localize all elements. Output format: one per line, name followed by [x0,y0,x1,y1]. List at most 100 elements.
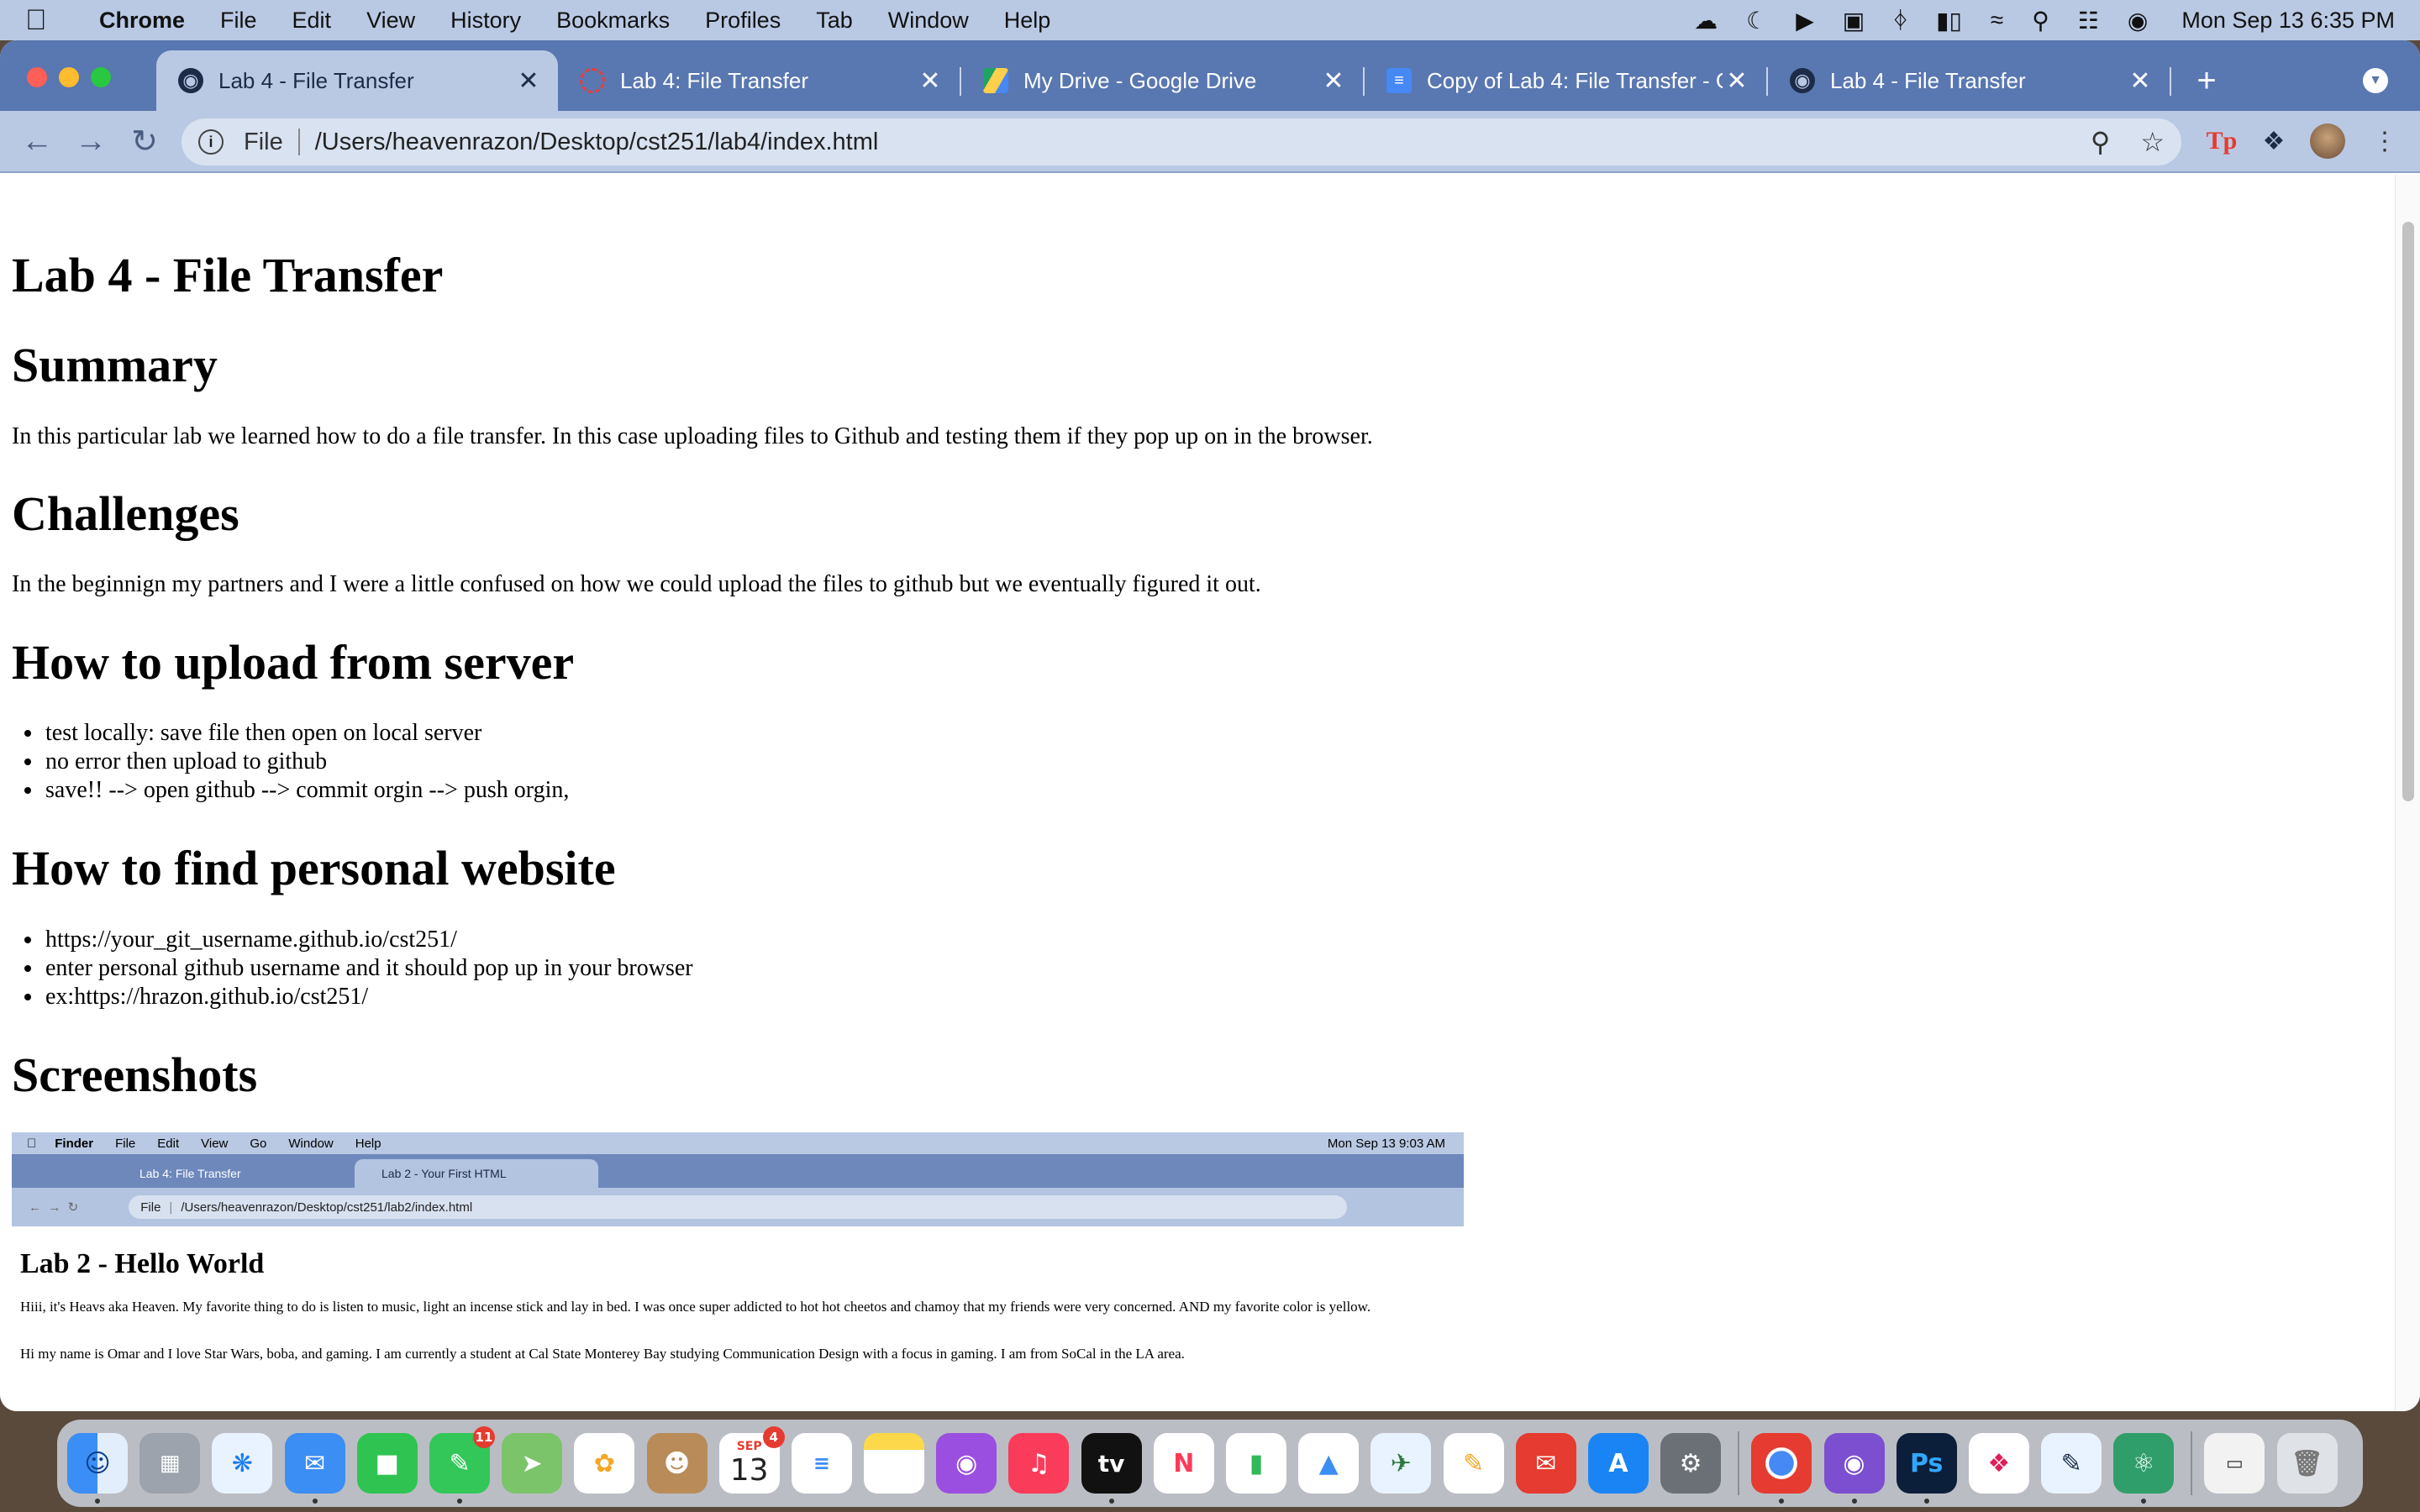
dock: ☺ ▦ ❋ ✉ ■ ✎ 11 ➤ ✿ ☻ SEP 13 4 ≡ ◉ ♫ tv N … [57,1420,2363,1507]
textedit-icon[interactable]: ✎ [2041,1433,2102,1494]
back-button[interactable]: ← [15,119,59,163]
forward-button[interactable]: → [69,119,113,163]
notes-icon[interactable] [864,1433,925,1494]
photos-icon[interactable]: ✿ [574,1433,635,1494]
extensions-puzzle-icon[interactable]: ❖ [2255,123,2292,160]
scrollbar-thumb[interactable] [2402,222,2414,801]
browser-toolbar: ← → ↻ i File /Users/heavenrazon/Desktop/… [0,111,2420,173]
close-tab-icon[interactable]: ✕ [514,66,543,96]
chrome-window: ◉ Lab 4 - File Transfer ✕ Lab 4: File Tr… [0,40,2420,1411]
shot-title: Lab 2 - Hello World [20,1248,265,1279]
shot-url: /Users/heavenrazon/Desktop/cst251/lab2/i… [181,1200,473,1215]
bluetooth-icon[interactable]: ᛄ [1893,7,1907,34]
photoshop-icon[interactable]: Ps [1896,1433,1957,1504]
pages-icon[interactable]: ✎ [1443,1433,1504,1494]
summary-text: In this particular lab we learned how to… [12,423,1373,449]
keynote-icon[interactable]: ▲ [1298,1433,1360,1494]
info-icon[interactable]: i [198,129,224,155]
url-scheme: File [244,128,283,155]
screen-icon[interactable]: ▣ [1843,7,1865,34]
close-tab-icon[interactable]: ✕ [916,66,944,96]
news-icon[interactable]: N [1153,1433,1214,1494]
maps-icon[interactable]: ➤ [502,1433,563,1494]
zoom-window-button[interactable] [91,67,111,87]
tab-lab4-active[interactable]: ◉ Lab 4 - File Transfer ✕ [156,50,558,111]
challenges-text: In the beginnign my partners and I were … [12,571,1261,597]
more-menu-icon[interactable]: ⋮ [2366,123,2403,160]
siri-icon[interactable]: ◉ [2128,7,2148,34]
tab-google-drive[interactable]: My Drive - Google Drive ✕ [961,50,1363,111]
control-center-icon[interactable]: ☷ [2078,7,2099,34]
bookmark-star-icon[interactable]: ☆ [2140,126,2165,158]
menu-edit[interactable]: Edit [292,8,332,34]
moon-icon[interactable]: ☾ [1746,7,1767,34]
menu-tab[interactable]: Tab [816,8,853,34]
menu-file[interactable]: File [220,8,257,34]
play-icon[interactable]: ▶ [1796,7,1814,34]
tab-lab4-second[interactable]: ◉ Lab 4 - File Transfer ✕ [1768,50,2170,111]
close-window-button[interactable] [27,67,47,87]
tab-lab4-doc[interactable]: Lab 4: File Transfer ✕ [558,50,960,111]
reload-button[interactable]: ↻ [123,119,166,163]
close-tab-icon[interactable]: ✕ [1723,66,1751,96]
calendar-badge: 4 [762,1426,785,1448]
contacts-icon[interactable]: ☻ [646,1433,708,1494]
shot-toolbar: ← → ↻ File | /Users/heavenrazon/Desktop/… [12,1188,1464,1226]
system-preferences-icon[interactable]: ⚙ [1660,1433,1722,1494]
new-tab-button[interactable]: + [2181,50,2232,111]
vertical-scrollbar[interactable] [2395,175,2420,1411]
shot-clock: Mon Sep 13 9:03 AM [1327,1136,1445,1151]
list-item: ex:https://hrazon.github.io/cst251/ [44,983,693,1011]
teleparty-extension-icon[interactable]: Tp [2203,123,2240,160]
calendar-icon[interactable]: SEP 13 4 [718,1426,785,1494]
trash-icon[interactable]: 🗑 [2276,1433,2338,1494]
clock[interactable]: Mon Sep 13 6:35 PM [2181,8,2395,34]
list-item: enter personal github username and it sh… [44,954,693,983]
tab-search-button[interactable]: ▼ [2363,50,2405,111]
minimized-window-icon[interactable]: ▭ [2204,1433,2265,1494]
slack-icon[interactable]: ❖ [1968,1433,2029,1494]
podcasts-icon[interactable]: ◉ [936,1433,997,1494]
search-icon[interactable]: ⚲ [2032,7,2049,34]
zoom-icon[interactable]: ⚲ [2091,126,2110,158]
address-bar[interactable]: i File /Users/heavenrazon/Desktop/cst251… [182,118,2181,165]
messages-icon[interactable]: ✎ 11 [429,1426,495,1504]
apple-icon[interactable]:  [25,4,72,37]
safari-icon[interactable]: ❋ [212,1433,273,1494]
facetime-icon[interactable]: ■ [356,1433,418,1494]
numbers-icon[interactable]: ▮ [1226,1433,1286,1494]
close-tab-icon[interactable]: ✕ [1319,66,1348,96]
upload-list: test locally: save file then open on loc… [44,719,569,805]
github-desktop-icon[interactable]: ◉ [1823,1433,1885,1504]
airmail-icon[interactable]: ✉ [1515,1433,1576,1494]
upload-heading: How to upload from server [12,635,575,690]
menu-bookmarks[interactable]: Bookmarks [556,8,670,34]
menu-chrome[interactable]: Chrome [99,8,185,34]
globe-icon: ◉ [178,68,203,93]
shot-tab: Lab 4: File Transfer [113,1159,353,1188]
menu-view[interactable]: View [366,8,415,34]
wifi-icon[interactable]: ≈ [1991,7,2003,34]
app-store-icon[interactable]: A [1587,1433,1649,1494]
chrome-icon[interactable] [1751,1433,1812,1504]
launchpad-icon[interactable]: ▦ [139,1433,201,1494]
atom-icon[interactable]: ⚛ [2113,1433,2175,1504]
close-tab-icon[interactable]: ✕ [2126,66,2154,96]
dock-divider [1738,1431,1740,1495]
apple-tv-icon[interactable]: tv [1081,1433,1142,1504]
minimize-window-button[interactable] [59,67,79,87]
music-icon[interactable]: ♫ [1008,1433,1070,1494]
battery-icon[interactable]: ▮▯ [1936,7,1962,34]
menu-history[interactable]: History [450,8,521,34]
tab-google-doc[interactable]: ≡ Copy of Lab 4: File Transfer - G ✕ [1365,50,1766,111]
preview-icon[interactable]: ✈ [1370,1433,1432,1494]
menu-profiles[interactable]: Profiles [705,8,781,34]
profile-avatar[interactable] [2310,123,2345,159]
reminders-icon[interactable]: ≡ [791,1433,852,1494]
finder-icon[interactable]: ☺ [67,1433,128,1504]
url-text[interactable]: /Users/heavenrazon/Desktop/cst251/lab4/i… [315,129,879,156]
creative-cloud-icon[interactable]: ☁ [1694,7,1718,34]
menu-help[interactable]: Help [1004,8,1051,34]
menu-window[interactable]: Window [888,8,969,34]
mail-icon[interactable]: ✉ [284,1433,345,1504]
